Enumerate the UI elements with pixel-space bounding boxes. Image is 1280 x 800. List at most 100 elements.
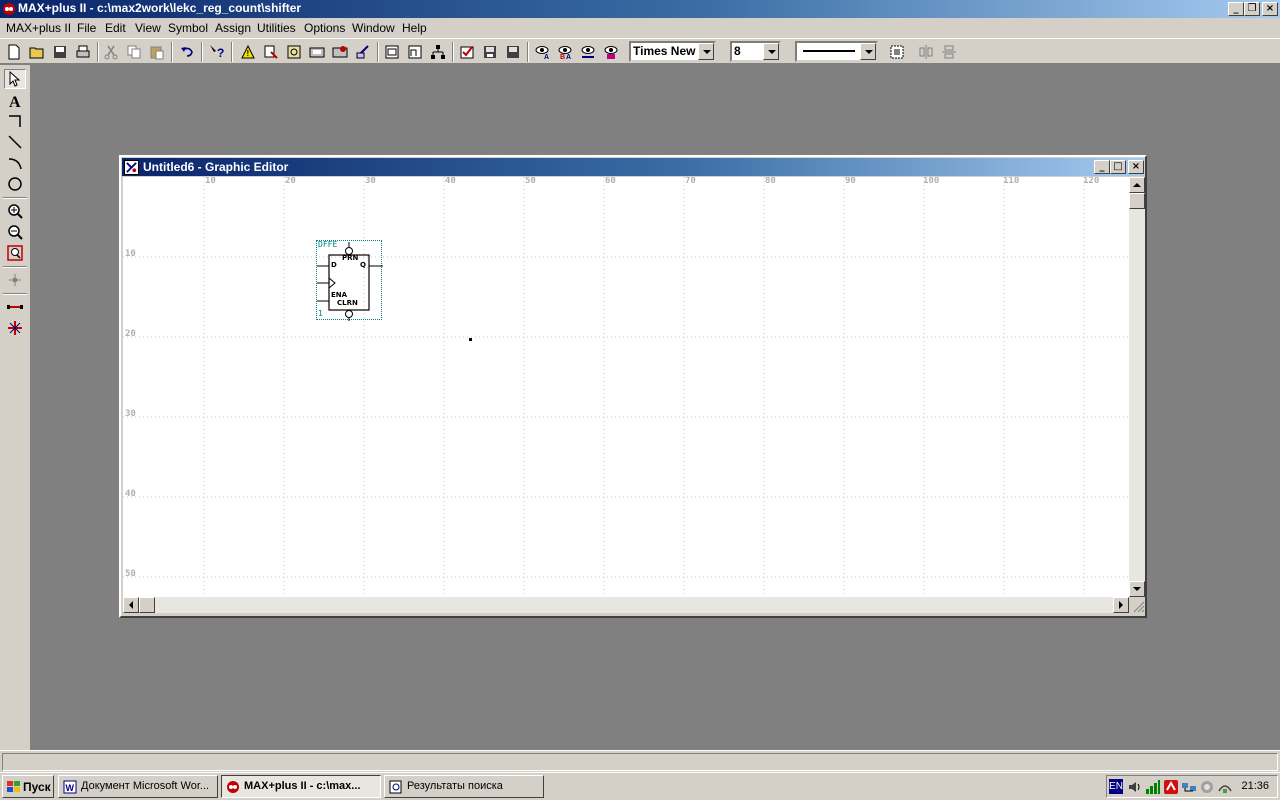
compiler-icon[interactable] — [307, 42, 327, 62]
taskbar: Пуск W Документ Microsoft Wor... MAX+plu… — [0, 772, 1280, 800]
svg-text:A: A — [566, 54, 571, 60]
hierarchy-tree-icon[interactable] — [428, 42, 448, 62]
menu-maxplus[interactable]: MAX+plus II — [6, 21, 71, 35]
vertical-scroll-thumb[interactable] — [1129, 193, 1145, 209]
menu-assign[interactable]: Assign — [215, 21, 251, 35]
vertical-scrollbar[interactable] — [1129, 177, 1145, 597]
minimize-button[interactable]: _ — [1228, 2, 1244, 16]
chevron-down-icon[interactable] — [698, 43, 714, 60]
menu-options[interactable]: Options — [304, 21, 345, 35]
flip-horizontal-icon[interactable] — [916, 42, 936, 62]
speaker-icon[interactable] — [1127, 779, 1143, 795]
ruler-top-label: 90 — [845, 177, 856, 186]
circle-tool-icon[interactable] — [4, 174, 26, 194]
save-compile-icon[interactable] — [480, 42, 500, 62]
cut-icon[interactable] — [101, 42, 121, 62]
tray-app-icon[interactable] — [1199, 779, 1215, 795]
menu-utilities[interactable]: Utilities — [257, 21, 296, 35]
save-simulate-icon[interactable] — [503, 42, 523, 62]
dffe-symbol[interactable]: DFFE PRN D Q ENA CLRN 1 — [316, 240, 383, 321]
schematic-canvas[interactable]: 10 20 30 40 50 60 70 80 90 100 110 120 1… — [123, 177, 1129, 597]
connect-lines-icon[interactable] — [4, 297, 26, 317]
horizontal-scroll-thumb[interactable] — [139, 597, 155, 613]
language-indicator[interactable]: EN — [1109, 779, 1123, 794]
line-style-select[interactable] — [795, 41, 878, 62]
scroll-up-button[interactable] — [1129, 177, 1145, 193]
search-results-icon — [389, 780, 403, 794]
chevron-down-icon[interactable] — [860, 43, 876, 60]
menu-window[interactable]: Window — [352, 21, 395, 35]
simulator-icon[interactable] — [330, 42, 350, 62]
menu-help[interactable]: Help — [402, 21, 427, 35]
ruler-top-label: 120 — [1083, 177, 1100, 186]
chevron-down-icon[interactable] — [763, 43, 779, 60]
open-symbol-icon[interactable] — [382, 42, 402, 62]
resize-grip-icon[interactable] — [1129, 597, 1145, 613]
create-symbol-icon[interactable] — [405, 42, 425, 62]
child-maximize-button[interactable]: □ — [1110, 160, 1126, 174]
view-probe-icon[interactable] — [601, 42, 621, 62]
antivirus-icon[interactable] — [1163, 779, 1179, 795]
orthogonal-line-icon[interactable] — [4, 111, 26, 131]
check-project-icon[interactable] — [457, 42, 477, 62]
taskbar-item-word[interactable]: W Документ Microsoft Wor... — [58, 775, 218, 798]
font-size-select[interactable]: 8 — [730, 41, 781, 62]
status-pane — [2, 753, 1278, 771]
schematic-grid — [123, 177, 1129, 597]
view-connect-icon[interactable] — [578, 42, 598, 62]
clock[interactable]: 21:36 — [1241, 780, 1269, 792]
windows-logo-icon — [7, 781, 20, 792]
restore-button[interactable]: ❐ — [1244, 2, 1260, 16]
scroll-left-button[interactable] — [123, 597, 139, 613]
ruler-top-label: 20 — [285, 177, 296, 186]
copy-icon[interactable] — [124, 42, 144, 62]
text-box-icon[interactable] — [887, 42, 907, 62]
diagonal-line-icon[interactable] — [4, 132, 26, 152]
flip-vertical-icon[interactable] — [939, 42, 959, 62]
scroll-down-button[interactable] — [1129, 581, 1145, 597]
scroll-right-button[interactable] — [1113, 597, 1129, 613]
taskbar-item-maxplus[interactable]: MAX+plus II - c:\max... — [221, 775, 381, 798]
svg-text:A: A — [544, 54, 549, 60]
selection-arrow-icon[interactable] — [4, 69, 26, 89]
print-icon[interactable] — [73, 42, 93, 62]
horizontal-scrollbar[interactable] — [123, 597, 1129, 613]
arc-tool-icon[interactable] — [4, 153, 26, 173]
child-close-button[interactable]: × — [1128, 160, 1144, 174]
save-icon[interactable] — [50, 42, 70, 62]
max-plus-app-icon — [3, 3, 15, 15]
app-title-bar[interactable]: MAX+plus II - c:\max2work\lekc_reg_count… — [0, 0, 1280, 18]
zoom-out-icon[interactable] — [4, 222, 26, 242]
text-tool-icon[interactable]: A — [4, 90, 26, 110]
taskbar-item-search[interactable]: Результаты поиска — [384, 775, 544, 798]
hierarchy-up-icon[interactable]: ! — [238, 42, 258, 62]
view-ba-icon[interactable]: BA — [555, 42, 575, 62]
menu-view[interactable]: View — [135, 21, 161, 35]
connection-icon[interactable] — [1217, 779, 1233, 795]
undo-icon[interactable] — [177, 42, 197, 62]
font-name-select[interactable]: Times New — [629, 41, 716, 62]
view-a-icon[interactable]: A — [532, 42, 552, 62]
timing-analyzer-icon[interactable] — [353, 42, 373, 62]
zoom-in-icon[interactable] — [4, 201, 26, 221]
cut-lines-icon[interactable] — [4, 318, 26, 338]
start-button[interactable]: Пуск — [2, 775, 54, 798]
hierarchy-display-icon[interactable] — [261, 42, 281, 62]
new-file-icon[interactable] — [4, 42, 24, 62]
open-folder-icon[interactable] — [27, 42, 47, 62]
network-icon[interactable] — [1181, 779, 1197, 795]
paste-icon[interactable] — [147, 42, 167, 62]
floorplan-editor-icon[interactable] — [284, 42, 304, 62]
fit-window-icon[interactable] — [4, 243, 26, 263]
graphic-editor-title-bar[interactable]: Untitled6 - Graphic Editor _ □ × — [122, 158, 1144, 176]
word-document-icon: W — [63, 780, 77, 794]
menu-file[interactable]: File — [77, 21, 96, 35]
max-plus-app-icon — [226, 780, 240, 794]
close-button[interactable]: × — [1262, 2, 1278, 16]
menu-symbol[interactable]: Symbol — [168, 21, 208, 35]
rubberbanding-icon[interactable] — [4, 270, 26, 290]
context-help-icon[interactable]: ? — [207, 42, 227, 62]
menu-edit[interactable]: Edit — [105, 21, 126, 35]
signal-bars-icon[interactable] — [1145, 779, 1161, 795]
child-minimize-button[interactable]: _ — [1094, 160, 1110, 174]
